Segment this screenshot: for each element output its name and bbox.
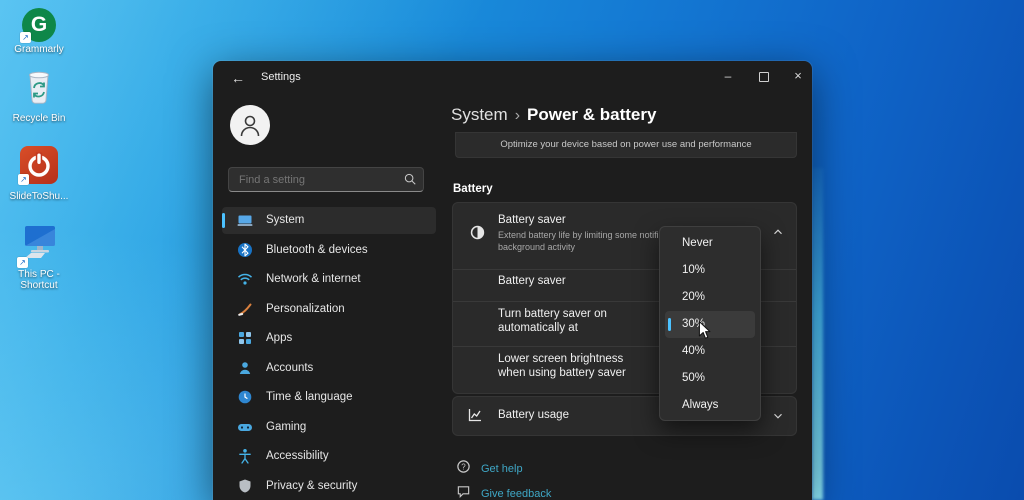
- give-feedback-link[interactable]: Give feedback: [456, 484, 551, 500]
- recycle-bin-icon: [21, 66, 57, 111]
- desktop-icon-label: Recycle Bin: [12, 113, 66, 124]
- dropdown-option-10[interactable]: 10%: [660, 257, 760, 284]
- chevron-down-icon[interactable]: [771, 409, 785, 428]
- gamepad-icon: [237, 419, 253, 435]
- clock-icon: [237, 389, 253, 405]
- bluetooth-icon: [237, 242, 253, 258]
- dropdown-option-20[interactable]: 20%: [660, 284, 760, 311]
- battery-usage-chart-icon: [467, 407, 483, 428]
- shortcut-arrow-icon: ↗: [20, 32, 31, 43]
- breadcrumb-separator: ›: [514, 107, 521, 124]
- sidebar-item-accessibility[interactable]: Accessibility: [222, 443, 436, 470]
- battery-saver-dropdown: Never 10% 20% 30% 40% 50% Always: [659, 226, 761, 421]
- page-title: Power & battery: [527, 105, 657, 124]
- grammarly-icon: G ↗: [20, 8, 56, 43]
- accounts-person-icon: [237, 360, 253, 376]
- desktop-icon-label: Grammarly: [14, 44, 64, 55]
- apps-grid-icon: [237, 330, 253, 346]
- slidetoshut-icon: ↗: [18, 146, 58, 185]
- maximize-icon: [759, 71, 769, 82]
- lower-brightness-label: when using battery saver: [498, 367, 626, 379]
- chevron-up-icon[interactable]: [771, 225, 785, 244]
- desktop-icon-slidetoshut[interactable]: ↗ SlideToShu...: [4, 146, 74, 202]
- sidebar-item-network-internet[interactable]: Network & internet: [222, 266, 436, 293]
- lower-brightness-label: Lower screen brightness: [498, 353, 624, 365]
- auto-battery-saver-label: automatically at: [498, 322, 578, 334]
- auto-battery-saver-label: Turn battery saver on: [498, 308, 607, 320]
- power-mode-description: Optimize your device based on power use …: [500, 139, 752, 150]
- system-icon: [237, 212, 253, 228]
- search-icon: [403, 172, 417, 191]
- desktop-icon-recycle-bin[interactable]: Recycle Bin: [4, 66, 74, 124]
- minimize-button[interactable]: –: [711, 63, 745, 89]
- power-mode-card-partial: Optimize your device based on power use …: [455, 132, 797, 158]
- person-icon: [240, 115, 260, 137]
- window-title: Settings: [261, 71, 301, 83]
- desktop-icon-label: SlideToShu...: [9, 191, 69, 202]
- section-header-battery: Battery: [453, 183, 493, 195]
- search-box[interactable]: [228, 167, 424, 192]
- brush-icon: [237, 301, 253, 317]
- back-button[interactable]: ←: [227, 68, 249, 88]
- battery-usage-label: Battery usage: [498, 409, 569, 421]
- dropdown-option-50[interactable]: 50%: [660, 365, 760, 392]
- shortcut-arrow-icon: ↗: [18, 174, 29, 185]
- sidebar-item-apps[interactable]: Apps: [222, 325, 436, 352]
- dropdown-option-40[interactable]: 40%: [660, 338, 760, 365]
- battery-saver-icon: [469, 224, 486, 246]
- search-input[interactable]: [237, 169, 401, 190]
- battery-saver-description: Extend battery life by limiting some not…: [498, 230, 664, 240]
- sidebar-item-personalization[interactable]: Personalization: [222, 296, 436, 323]
- sidebar-item-system[interactable]: System: [222, 207, 436, 234]
- get-help-link[interactable]: ? Get help: [456, 459, 523, 479]
- breadcrumb: System › Power & battery: [451, 105, 656, 125]
- sidebar-item-privacy-security[interactable]: Privacy & security: [222, 473, 436, 500]
- svg-text:?: ?: [461, 462, 466, 471]
- battery-saver-description: background activity: [498, 242, 576, 252]
- close-button[interactable]: ×: [781, 63, 812, 89]
- breadcrumb-system[interactable]: System: [451, 105, 508, 124]
- shortcut-arrow-icon: ↗: [17, 257, 28, 268]
- desktop-icon-label: This PC - Shortcut: [18, 269, 60, 291]
- sidebar-item-accounts[interactable]: Accounts: [222, 355, 436, 382]
- desktop: G ↗ Grammarly Recycle Bin ↗ SlideToShu..…: [0, 0, 1024, 500]
- sidebar-item-time-language[interactable]: Time & language: [222, 384, 436, 411]
- dropdown-option-never[interactable]: Never: [660, 230, 760, 257]
- wallpaper-light-streak: [812, 168, 823, 500]
- accessibility-person-icon: [237, 448, 253, 464]
- dropdown-option-always[interactable]: Always: [660, 392, 760, 419]
- feedback-icon: [456, 484, 471, 500]
- titlebar: ← Settings – ×: [213, 61, 812, 95]
- this-pc-icon: ↗: [17, 222, 59, 268]
- shield-icon: [237, 478, 253, 494]
- sidebar-item-gaming[interactable]: Gaming: [222, 414, 436, 441]
- settings-window: ← Settings – × Find a setting System Blu…: [213, 61, 812, 500]
- desktop-icon-this-pc[interactable]: ↗ This PC - Shortcut: [4, 222, 74, 291]
- battery-saver-title: Battery saver: [498, 214, 566, 226]
- dropdown-option-30-selected[interactable]: 30%: [665, 311, 755, 338]
- user-avatar[interactable]: [230, 105, 270, 145]
- maximize-button[interactable]: [747, 63, 781, 89]
- wifi-icon: [237, 271, 253, 287]
- battery-saver-toggle-label: Battery saver: [498, 275, 566, 287]
- desktop-icon-grammarly[interactable]: G ↗ Grammarly: [4, 8, 74, 55]
- help-icon: ?: [456, 459, 471, 479]
- sidebar-item-bluetooth-devices[interactable]: Bluetooth & devices: [222, 237, 436, 264]
